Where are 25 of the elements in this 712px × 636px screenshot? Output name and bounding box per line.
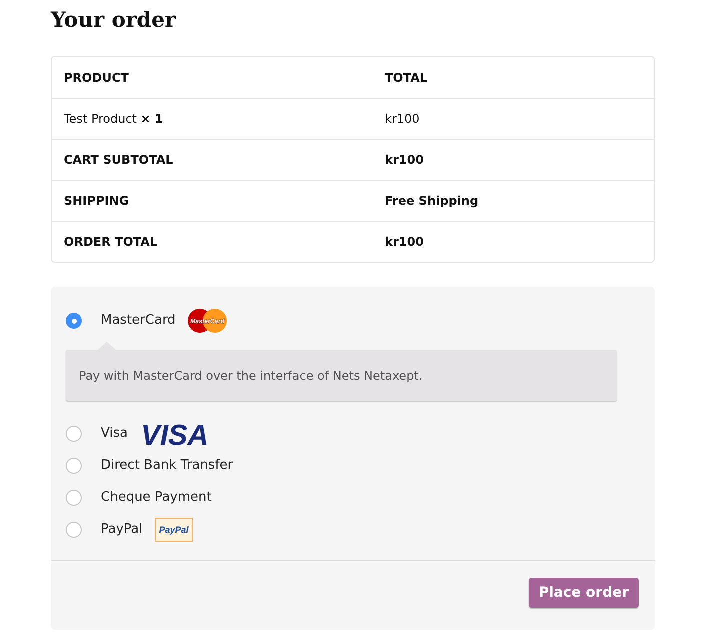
radio-button[interactable] (66, 426, 82, 442)
method-description: Pay with MasterCard over the interface of Nets Netaxept. (66, 350, 617, 401)
table-cell-text: ORDER TOTAL (64, 234, 159, 251)
radio-button[interactable] (66, 522, 82, 538)
table-cell-text: Test Product × 1 (64, 111, 164, 128)
payment-method-label[interactable]: Visa (101, 424, 128, 444)
radio-button[interactable] (66, 490, 82, 506)
table-cell-text: Free Shipping (385, 193, 479, 210)
payment-method-label[interactable]: Cheque Payment (101, 488, 212, 508)
radio-button[interactable] (66, 458, 82, 474)
radio-button[interactable] (66, 313, 82, 329)
table-cell-text: CART SUBTOTAL (64, 152, 174, 169)
table-cell-text: kr100 (385, 234, 424, 251)
payment-method-label[interactable]: PayPal (101, 520, 143, 540)
payment-method-label[interactable]: MasterCard (101, 311, 176, 331)
column-header: PRODUCT (64, 70, 130, 86)
page-heading: Your order (51, 6, 178, 34)
table-cell-text: kr100 (385, 111, 420, 128)
column-header: TOTAL (385, 70, 428, 86)
payment-method-label[interactable]: Direct Bank Transfer (101, 456, 234, 476)
paypal-logo: PayPal (154, 518, 193, 542)
place-order-button[interactable]: Place order (528, 578, 639, 608)
card-logo: VISA (138, 420, 215, 448)
table-cell-text: SHIPPING (64, 193, 130, 210)
table-cell-text: kr100 (385, 152, 424, 169)
